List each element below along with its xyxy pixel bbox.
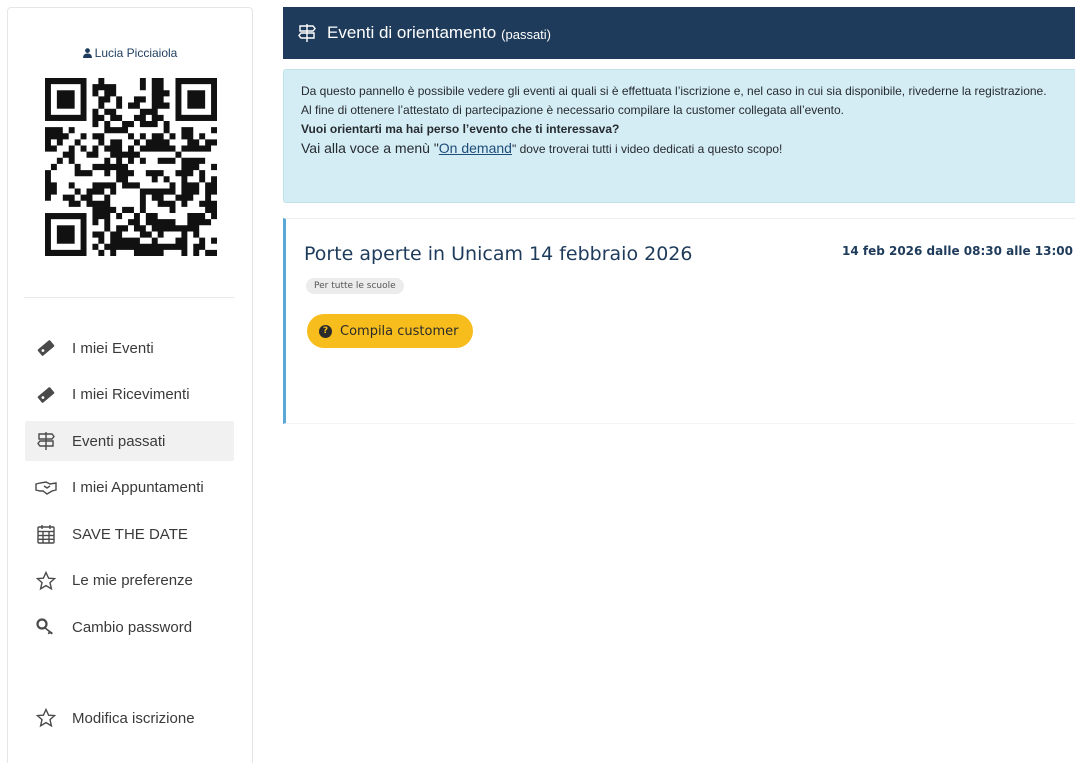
- sidebar-divider: [24, 297, 234, 298]
- on-demand-link[interactable]: On demand: [439, 140, 512, 156]
- sidebar-item-modifica-iscrizione[interactable]: Modifica iscrizione: [25, 698, 234, 738]
- signpost-icon: [297, 23, 317, 43]
- info-question: Vuoi orientarti ma hai perso l’evento ch…: [301, 122, 620, 136]
- sidebar-item-miei-ricevimenti[interactable]: I miei Ricevimenti: [25, 375, 234, 415]
- sidebar-item-mie-preferenze[interactable]: Le mie preferenze: [25, 561, 234, 601]
- qr-finder: [45, 78, 87, 121]
- sidebar: Lucia Picciaiola I miei Eventi I miei Ri…: [7, 7, 253, 763]
- ticket-icon: [35, 337, 57, 359]
- star-icon: [35, 570, 57, 592]
- handshake-icon: [35, 477, 57, 499]
- calendar-icon: [35, 523, 57, 545]
- info-prefix: Vai alla voce a menù ": [301, 140, 439, 156]
- ticket-icon: [35, 384, 57, 406]
- qr-code: [45, 78, 217, 256]
- event-card: Porte aperte in Unicam 14 febbraio 2026 …: [283, 218, 1075, 424]
- event-audience-badge: Per tutte le scuole: [306, 278, 404, 294]
- event-date: 14 feb 2026 dalle 08:30 alle 13:00: [841, 244, 1073, 258]
- sidebar-item-label: SAVE THE DATE: [72, 525, 188, 543]
- page-subtitle: (passati): [501, 26, 552, 42]
- event-title: Porte aperte in Unicam 14 febbraio 2026: [304, 243, 693, 265]
- info-panel: Da questo pannello è possibile vedere gl…: [283, 69, 1075, 203]
- sidebar-item-cambio-password[interactable]: Cambio password: [25, 607, 234, 647]
- qr-finder: [175, 78, 217, 121]
- sidebar-extra: Modifica iscrizione: [25, 698, 234, 745]
- sidebar-item-miei-eventi[interactable]: I miei Eventi: [25, 328, 234, 368]
- qr-finder: [45, 213, 87, 256]
- sidebar-item-label: I miei Ricevimenti: [72, 386, 190, 403]
- compila-customer-button[interactable]: ? Compila customer: [307, 314, 473, 348]
- sidebar-item-label: Eventi passati: [72, 432, 166, 450]
- compila-customer-label: Compila customer: [340, 323, 459, 339]
- user-name-line[interactable]: Lucia Picciaiola: [8, 46, 252, 61]
- sidebar-item-label: I miei Eventi: [72, 339, 154, 357]
- sidebar-item-label: Le mie preferenze: [72, 572, 193, 589]
- info-text-1: Da questo pannello è possibile vedere gl…: [301, 84, 1047, 98]
- page-header: Eventi di orientamento (passati): [283, 7, 1075, 59]
- user-name: Lucia Picciaiola: [94, 46, 178, 60]
- star-icon: [35, 707, 57, 729]
- page: Lucia Picciaiola I miei Eventi I miei Ri…: [0, 0, 1075, 763]
- sidebar-item-save-the-date[interactable]: SAVE THE DATE: [25, 514, 234, 554]
- user-icon: [82, 47, 92, 61]
- info-on-demand-line: Vai alla voce a menù "On demand"" dove t…: [301, 139, 1075, 159]
- sidebar-menu: I miei Eventi I miei Ricevimenti Eventi …: [25, 328, 234, 654]
- page-title: Eventi di orientamento: [327, 23, 497, 42]
- info-suffix: " dove troverai tutti i video dedicati a…: [511, 142, 783, 156]
- info-text-2: Al fine di ottenere l’attestato di parte…: [301, 103, 844, 117]
- signpost-icon: [35, 430, 57, 452]
- sidebar-item-miei-appuntamenti[interactable]: I miei Appuntamenti: [25, 468, 234, 508]
- sidebar-item-eventi-passati[interactable]: Eventi passati: [25, 421, 234, 461]
- key-icon: [35, 616, 57, 638]
- sidebar-item-label: I miei Appuntamenti: [72, 479, 204, 496]
- question-circle-icon: ?: [319, 324, 332, 338]
- sidebar-item-label: Modifica iscrizione: [72, 709, 195, 727]
- sidebar-item-label: Cambio password: [72, 618, 193, 636]
